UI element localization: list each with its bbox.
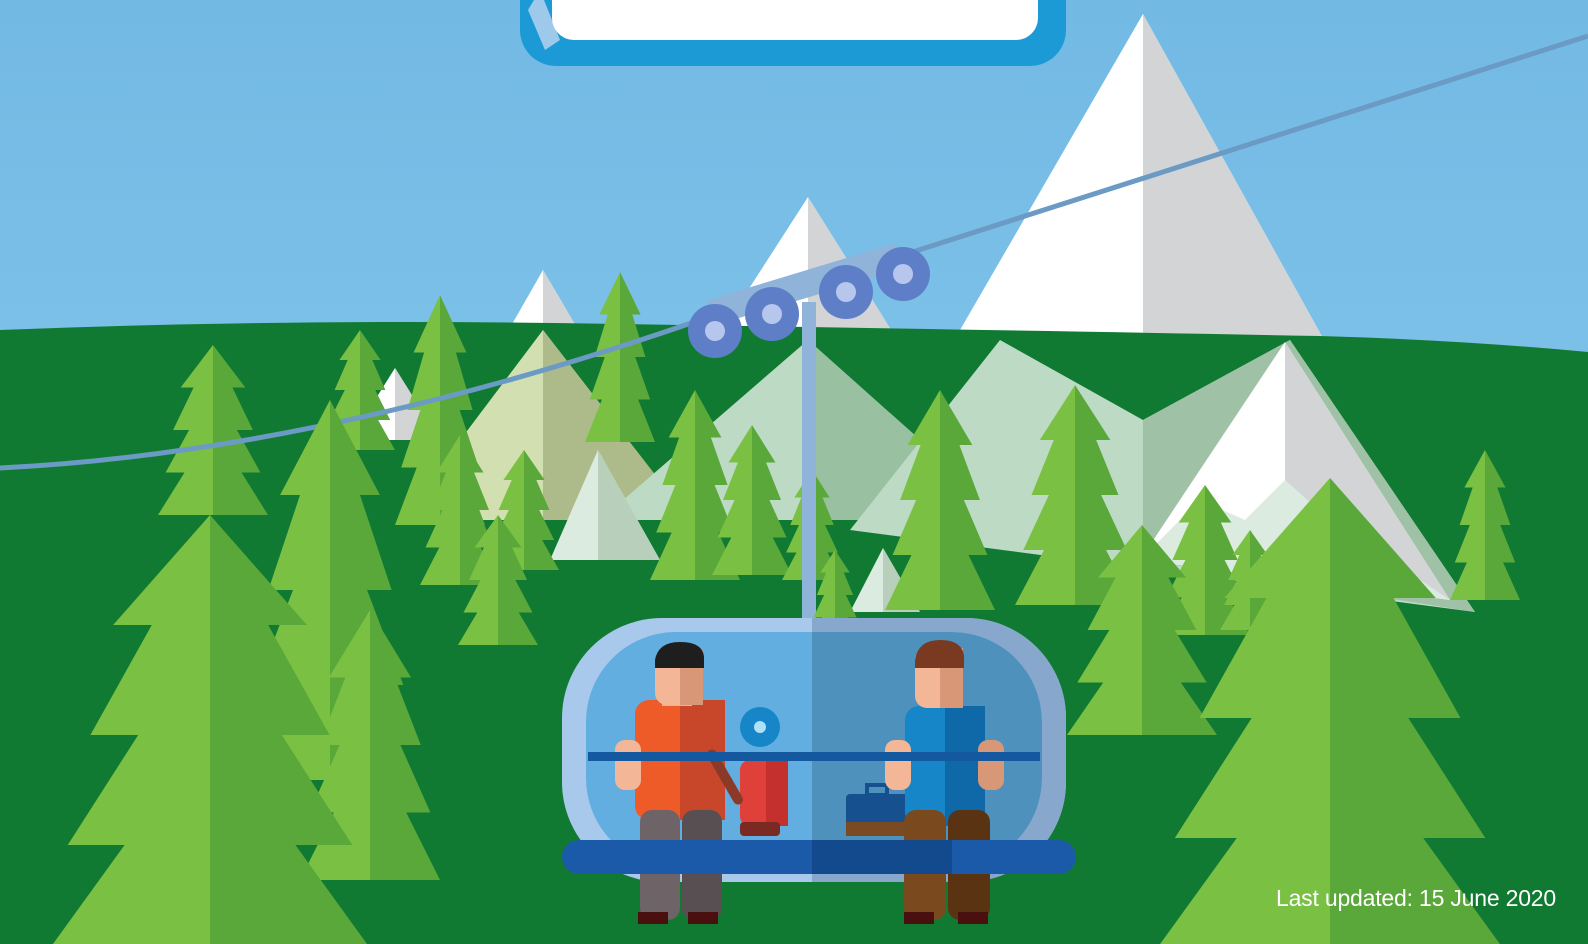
- safety-bar: [588, 752, 1040, 761]
- last-updated-text: Last updated: 15 June 2020: [1276, 885, 1556, 911]
- top-banner: [520, 0, 1066, 66]
- seat: [562, 840, 1076, 874]
- gondola-illustration: [0, 0, 1588, 944]
